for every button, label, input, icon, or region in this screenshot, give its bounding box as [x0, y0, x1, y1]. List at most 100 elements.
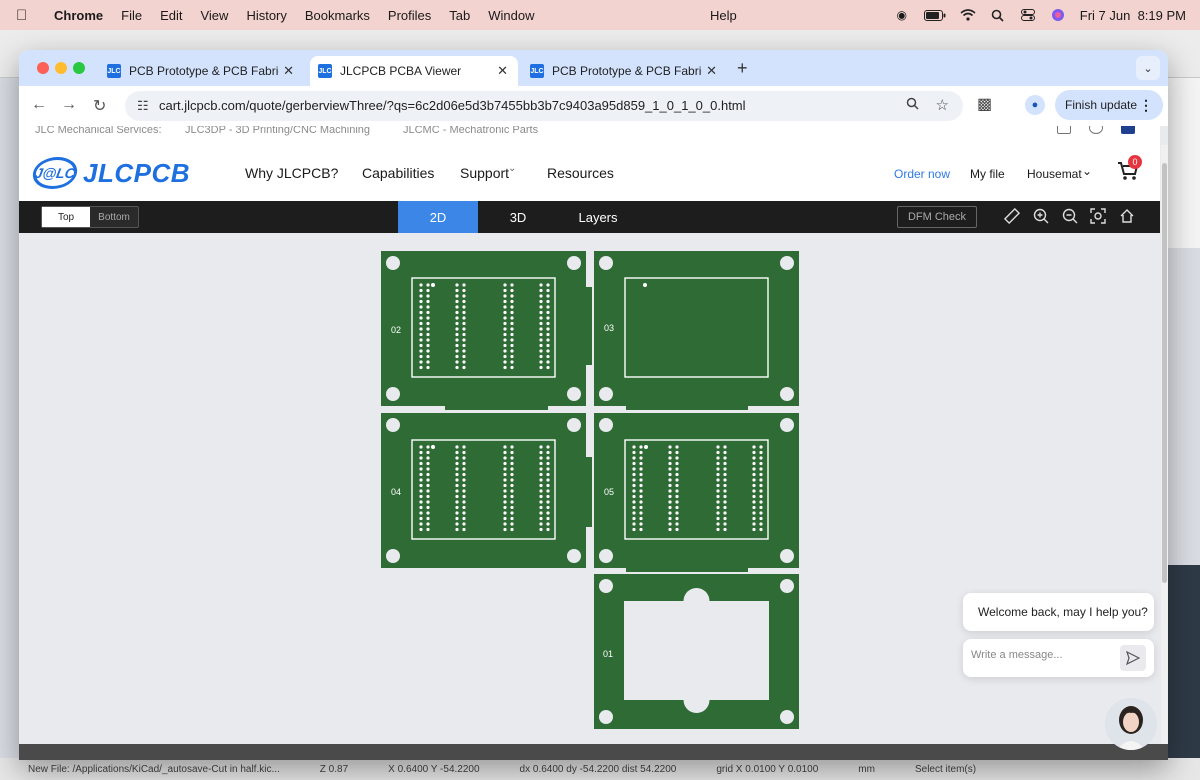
pcb-board-02[interactable]: 02: [381, 251, 586, 406]
pad: [539, 316, 543, 320]
pad: [759, 461, 763, 466]
tab-close-icon[interactable]: ✕: [706, 63, 717, 79]
tab-close-icon[interactable]: ✕: [497, 63, 508, 79]
pcb-board-04[interactable]: 04: [381, 413, 586, 568]
pcb-board-01[interactable]: 01: [594, 574, 799, 729]
back-arrow-icon[interactable]: ←: [31, 96, 47, 114]
pad: [639, 445, 643, 449]
finish-update-button[interactable]: Finish update ⋮: [1055, 90, 1163, 120]
wifi-icon[interactable]: [960, 8, 976, 22]
pad: [632, 478, 636, 482]
browser-tab-1[interactable]: JLC PCB Prototype & PCB Fabrica ✕: [99, 56, 304, 86]
apple-icon[interactable]: : [16, 7, 36, 24]
record-icon[interactable]: ◉: [894, 8, 910, 22]
fit-icon[interactable]: [1089, 207, 1107, 225]
address-bar[interactable]: ☷ cart.jlcpcb.com/quote/gerberviewThree/…: [125, 91, 963, 121]
bookmark-star-icon[interactable]: ☆: [936, 96, 949, 114]
site-settings-icon[interactable]: ☷: [137, 98, 149, 114]
window-close-button[interactable]: [37, 62, 49, 74]
chat-message-input[interactable]: [971, 649, 1111, 661]
pad: [716, 527, 720, 532]
my-file-link[interactable]: My file: [970, 167, 1005, 181]
siri-icon[interactable]: [1050, 8, 1066, 22]
view-tab-3d[interactable]: 3D: [478, 201, 558, 233]
order-now-link[interactable]: Order now: [894, 167, 950, 181]
send-icon[interactable]: [1120, 645, 1146, 671]
pad: [675, 461, 679, 466]
help-icon[interactable]: [1089, 126, 1103, 134]
battery-icon[interactable]: [923, 8, 946, 22]
nav-support[interactable]: Support: [460, 165, 509, 181]
view-tab-2d[interactable]: 2D: [398, 201, 478, 233]
user-chevron-down-icon[interactable]: ⌄: [1082, 164, 1092, 178]
reload-icon[interactable]: ↻: [93, 96, 106, 116]
pad: [639, 511, 643, 515]
pad: [419, 305, 423, 309]
zoom-out-icon[interactable]: [1061, 207, 1079, 225]
pad: [716, 472, 720, 477]
menubar-datetime[interactable]: Fri 7 Jun 8:19 PM: [1080, 8, 1186, 23]
country-flag-icon[interactable]: [1121, 126, 1135, 134]
jlcpcb-logo[interactable]: J@LC JLCPCB: [30, 153, 190, 193]
new-tab-icon[interactable]: +: [737, 58, 748, 79]
spotlight-search-icon[interactable]: [990, 8, 1006, 22]
pad: [510, 500, 514, 504]
home-icon[interactable]: [1118, 207, 1136, 225]
pcb-board-05[interactable]: 05: [594, 413, 799, 568]
window-minimize-button[interactable]: [55, 62, 67, 74]
pcb-board-03[interactable]: 03: [594, 251, 799, 406]
nav-capabilities[interactable]: Capabilities: [362, 165, 434, 181]
menu-view[interactable]: View: [200, 8, 228, 23]
menu-edit[interactable]: Edit: [160, 8, 182, 23]
jlc3dp-link[interactable]: JLC3DP - 3D Printing/CNC Machining: [185, 126, 370, 136]
pad: [455, 332, 459, 337]
pad: [462, 338, 466, 342]
side-bottom-button[interactable]: Bottom: [90, 207, 138, 227]
kebab-menu-icon[interactable]: ⋮: [1139, 97, 1153, 114]
menu-app-name[interactable]: Chrome: [54, 8, 103, 23]
profile-avatar-icon[interactable]: ●: [1025, 95, 1045, 115]
ruler-icon[interactable]: [1003, 207, 1021, 225]
nav-why-jlcpcb[interactable]: Why JLCPCB?: [245, 165, 338, 181]
pad: [723, 467, 727, 471]
control-center-icon[interactable]: [1020, 8, 1036, 22]
currency-icon[interactable]: [1057, 126, 1071, 134]
scrollbar-thumb[interactable]: [1162, 163, 1167, 583]
side-top-button[interactable]: Top: [42, 207, 90, 227]
url-text[interactable]: cart.jlcpcb.com/quote/gerberviewThree/?q…: [159, 98, 746, 113]
chat-welcome-bubble[interactable]: Welcome back, may I help you?: [963, 593, 1154, 631]
tab-search-chevron-icon[interactable]: ⌄: [1136, 56, 1160, 80]
support-agent-avatar[interactable]: [1105, 698, 1157, 750]
menu-profiles[interactable]: Profiles: [388, 8, 431, 23]
menu-help[interactable]: Help: [710, 8, 737, 23]
menu-tab[interactable]: Tab: [449, 8, 470, 23]
browser-tab-2[interactable]: JLC JLCPCB PCBA Viewer ✕: [310, 56, 518, 86]
menu-file[interactable]: File: [121, 8, 142, 23]
pad: [546, 472, 550, 477]
pad: [546, 294, 550, 298]
pad: [503, 478, 507, 482]
pad: [752, 489, 756, 493]
browser-tab-3[interactable]: JLC PCB Prototype & PCB Fabrica ✕: [522, 56, 727, 86]
zoom-magnifier-icon[interactable]: [906, 97, 919, 113]
zoom-in-icon[interactable]: [1032, 207, 1050, 225]
view-tab-layers[interactable]: Layers: [558, 201, 638, 233]
page-scrollbar[interactable]: [1161, 145, 1168, 744]
jlcmc-link[interactable]: JLCMC - Mechatronic Parts: [403, 126, 538, 136]
window-zoom-button[interactable]: [73, 62, 85, 74]
user-menu[interactable]: Housemat: [1027, 167, 1082, 181]
support-caret-icon[interactable]: ⌄: [508, 163, 516, 174]
forward-arrow-icon[interactable]: →: [61, 96, 77, 114]
menu-history[interactable]: History: [246, 8, 286, 23]
pad: [503, 305, 507, 309]
menu-bookmarks[interactable]: Bookmarks: [305, 8, 370, 23]
dfm-check-button[interactable]: DFM Check: [897, 206, 977, 228]
pad: [462, 445, 466, 449]
extensions-puzzle-icon[interactable]: ▩: [977, 94, 992, 114]
pad: [716, 450, 720, 455]
nav-resources[interactable]: Resources: [547, 165, 614, 181]
menu-window[interactable]: Window: [488, 8, 534, 23]
tab-close-icon[interactable]: ✕: [283, 63, 294, 79]
pad: [426, 343, 430, 348]
browser-toolbar: ← → ↻ ☷ cart.jlcpcb.com/quote/gerberview…: [19, 86, 1168, 126]
